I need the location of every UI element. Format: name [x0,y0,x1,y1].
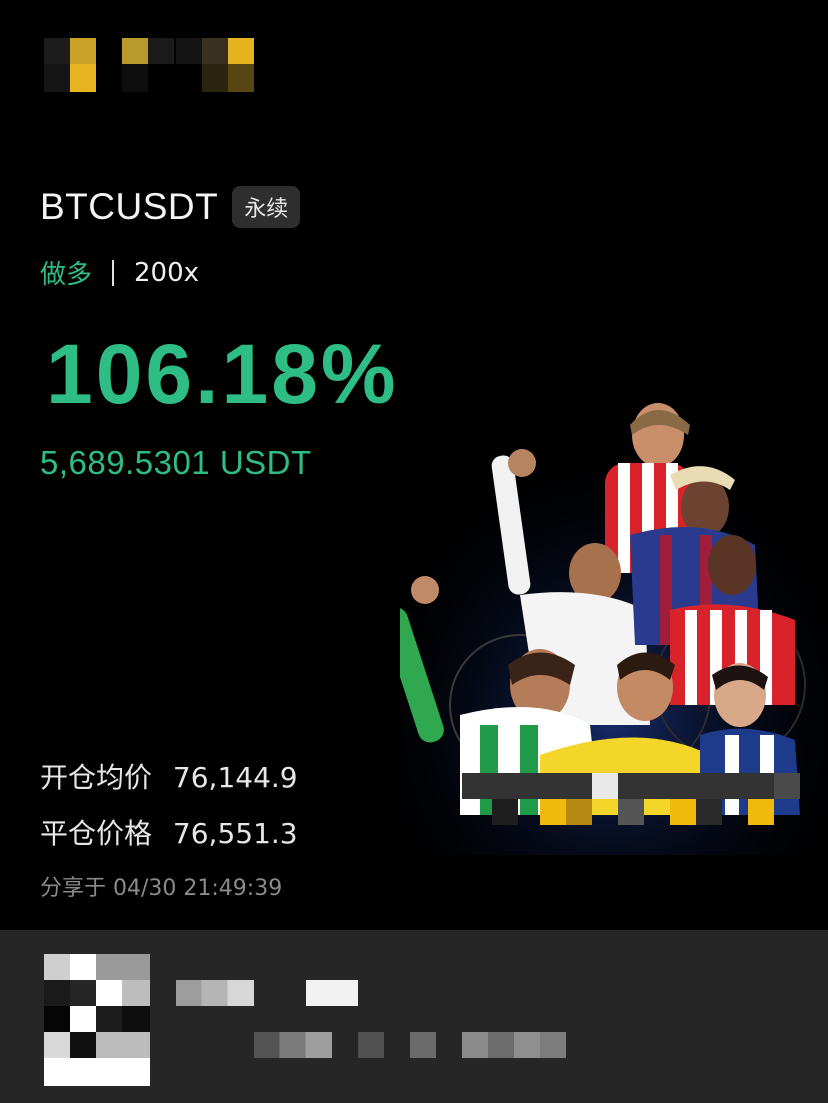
referral-footer [0,930,828,1103]
share-card: BTCUSDT 永续 做多 200x 106.18% 5,689.5301 US… [0,0,828,930]
contract-type-badge: 永续 [232,186,301,228]
divider [112,259,115,286]
entry-price-label: 开仓均价 [40,761,153,794]
position-side: 做多 [40,260,93,290]
referral-code-pixelated-3 [410,1032,436,1058]
leverage: 200x [134,257,200,288]
pnl-amount: 5,689.5301 USDT [40,444,312,481]
referral-text-pixelated-2 [306,980,358,1006]
exit-price-row: 平仓价格 76,551.3 [40,812,298,852]
pair-row: BTCUSDT 永续 [40,186,301,228]
referral-code-pixelated [254,1032,332,1058]
position-row: 做多 200x [40,254,199,291]
qr-code-pixelated[interactable] [44,954,150,1086]
entry-price-value: 76,144.9 [172,761,298,794]
exit-price-label: 平仓价格 [40,817,153,850]
shared-timestamp: 分享于 04/30 21:49:39 [40,876,283,901]
referral-code-pixelated-2 [358,1032,384,1058]
entry-price-row: 开仓均价 76,144.9 [40,756,298,796]
pnl-percent: 106.18% [46,327,399,421]
referral-code-pixelated-4 [462,1032,566,1058]
exchange-logo-pixelated [44,38,256,92]
exit-price-value: 76,551.3 [172,817,298,850]
referral-text-pixelated [176,980,254,1006]
pair-name: BTCUSDT [40,186,219,227]
footballers-illustration [400,395,828,855]
